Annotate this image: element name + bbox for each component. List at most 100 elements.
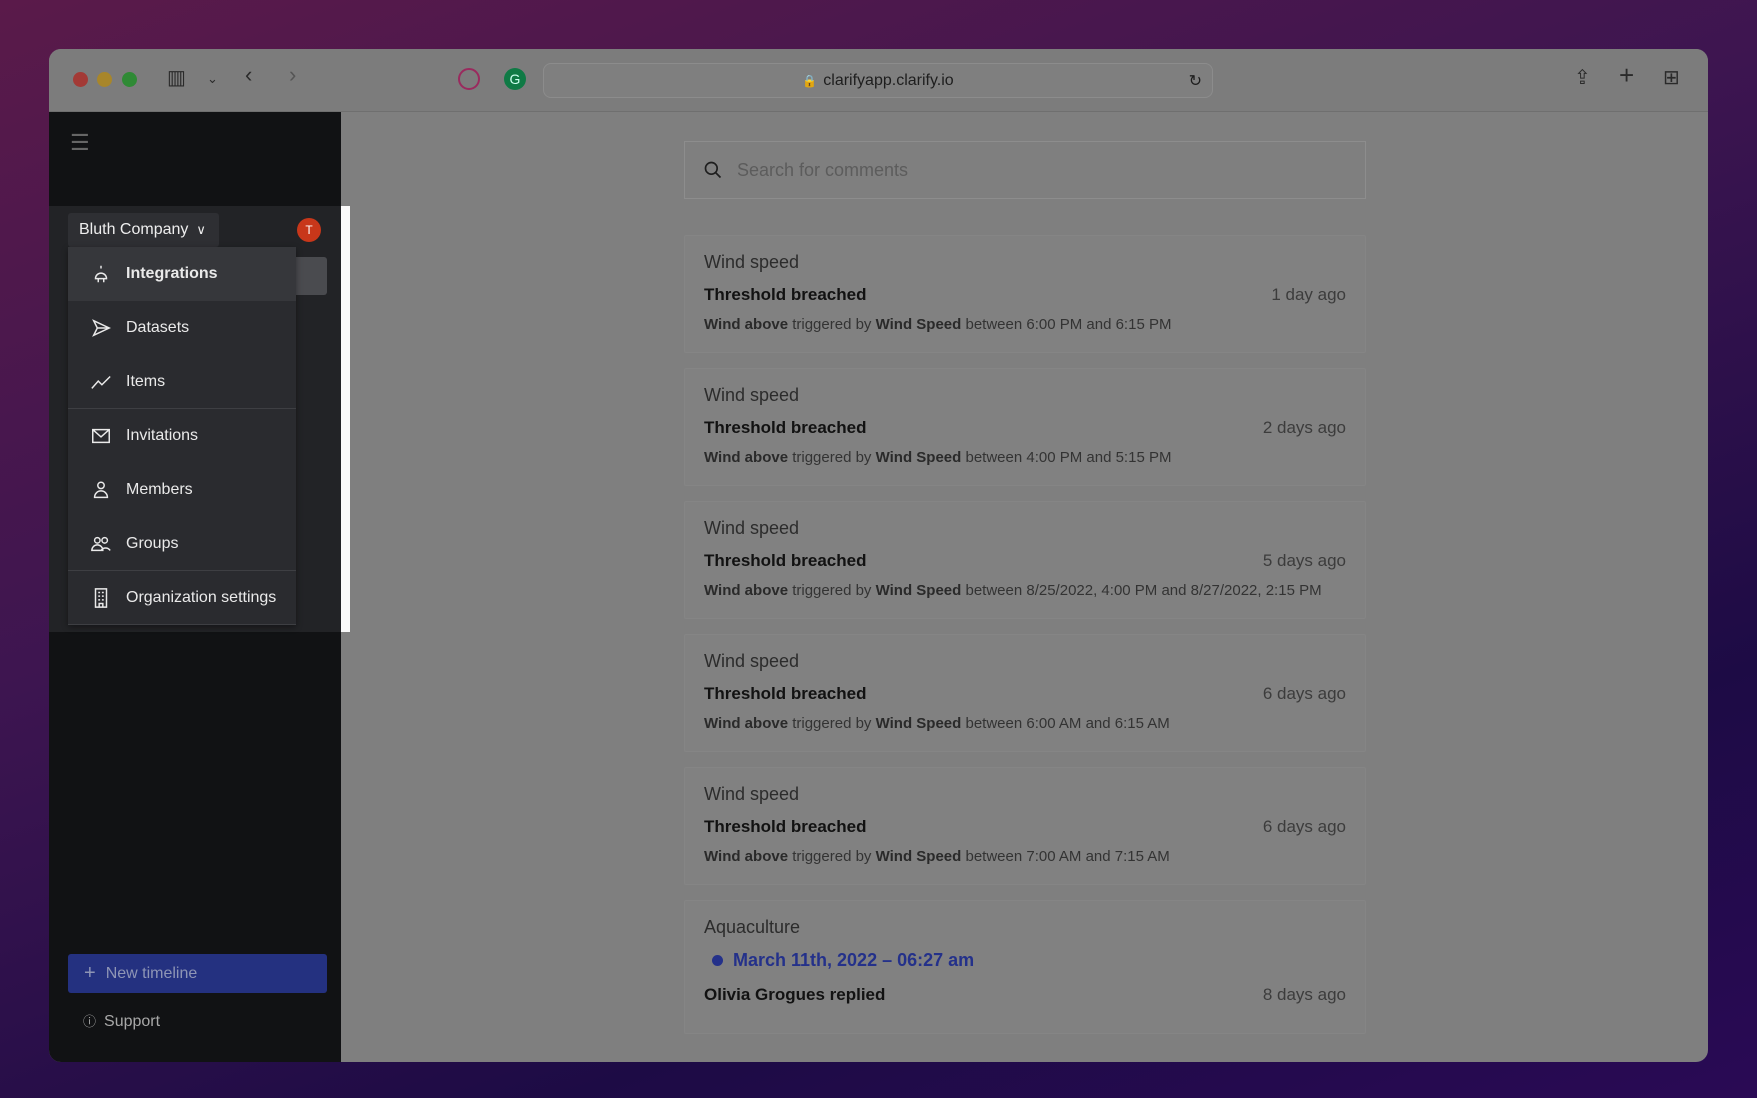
plug-icon bbox=[94, 265, 108, 283]
search-placeholder: Search for comments bbox=[737, 159, 909, 180]
back-icon[interactable]: ‹ bbox=[245, 62, 252, 88]
rule-name: Wind above bbox=[704, 848, 789, 865]
card-description: Wind above triggered by Wind Speed betwe… bbox=[704, 581, 1346, 600]
new-timeline-label: New timeline bbox=[105, 964, 198, 982]
menu-item-invitations[interactable]: Invitations bbox=[68, 409, 296, 463]
menu-item-label: Datasets bbox=[126, 319, 190, 336]
source-name: Wind Speed bbox=[875, 582, 962, 599]
chevron-down-icon: ∨ bbox=[196, 222, 206, 237]
card-heading: Threshold breached bbox=[704, 285, 867, 304]
reload-icon[interactable]: ↻ bbox=[1189, 71, 1202, 91]
menu-item-label: Organization settings bbox=[126, 588, 277, 606]
person-icon bbox=[93, 481, 109, 499]
menu-item-datasets[interactable]: Datasets bbox=[68, 301, 296, 355]
comment-list: Wind speed Threshold breached 1 day ago W… bbox=[684, 235, 1366, 1049]
trend-line-icon bbox=[91, 375, 111, 389]
main-content: Search for comments Wind speed Threshold… bbox=[341, 112, 1708, 1062]
send-icon bbox=[92, 319, 111, 337]
menu-item-label: Items bbox=[126, 372, 166, 390]
card-time: 2 days ago bbox=[1262, 418, 1346, 437]
desc-text: triggered by bbox=[792, 848, 872, 865]
info-icon: ⓘ bbox=[83, 1014, 97, 1029]
password-extension-icon[interactable] bbox=[458, 68, 480, 90]
building-icon bbox=[94, 587, 108, 608]
time-range: between 6:00 AM and 6:15 AM bbox=[965, 715, 1170, 732]
card-description: Wind above triggered by Wind Speed betwe… bbox=[704, 847, 1346, 866]
menu-item-label: Groups bbox=[126, 534, 179, 552]
card-heading: Threshold breached bbox=[704, 817, 867, 836]
card-title: Wind speed bbox=[704, 385, 800, 405]
share-icon[interactable]: ⇪ bbox=[1574, 65, 1591, 90]
card-title: Wind speed bbox=[704, 252, 800, 272]
card-title: Wind speed bbox=[704, 518, 800, 538]
card-title: Wind speed bbox=[704, 651, 800, 671]
rule-name: Wind above bbox=[704, 715, 789, 732]
tab-overview-icon[interactable]: ⊞ bbox=[1663, 65, 1680, 90]
menu-item-label: Invitations bbox=[126, 427, 199, 444]
time-range: between 4:00 PM and 5:15 PM bbox=[965, 449, 1172, 466]
date-text: March 11th, 2022 – 06:27 am bbox=[733, 950, 975, 970]
time-range: between 6:00 PM and 6:15 PM bbox=[965, 316, 1172, 333]
menu-item-integrations[interactable]: Integrations bbox=[68, 247, 296, 301]
comment-card[interactable]: Wind speed Threshold breached 6 days ago … bbox=[684, 767, 1366, 885]
new-timeline-button[interactable]: + New timeline bbox=[68, 954, 327, 993]
forward-icon[interactable]: › bbox=[289, 62, 296, 88]
source-name: Wind Speed bbox=[875, 715, 962, 732]
minimize-window-button[interactable] bbox=[97, 72, 112, 87]
source-name: Wind Speed bbox=[875, 449, 962, 466]
company-switcher[interactable]: Bluth Company ∨ bbox=[68, 213, 219, 247]
card-description: Wind above triggered by Wind Speed betwe… bbox=[704, 714, 1346, 733]
comment-card[interactable]: Wind speed Threshold breached 6 days ago … bbox=[684, 634, 1366, 752]
org-menu-spotlight: Bluth Company ∨ T Integrations Datasets … bbox=[49, 206, 350, 632]
support-label: Support bbox=[104, 1013, 161, 1030]
source-name: Wind Speed bbox=[875, 848, 962, 865]
comment-card[interactable]: Wind speed Threshold breached 5 days ago … bbox=[684, 501, 1366, 619]
menu-item-groups[interactable]: Groups bbox=[68, 517, 296, 571]
card-time: 6 days ago bbox=[1262, 817, 1346, 836]
card-time: 6 days ago bbox=[1262, 684, 1346, 703]
org-dropdown-menu: Integrations Datasets Items Invitations … bbox=[68, 247, 296, 625]
desc-text: triggered by bbox=[792, 582, 872, 599]
dot-icon bbox=[712, 955, 723, 966]
chevron-down-icon[interactable]: ⌄ bbox=[207, 71, 218, 87]
avatar[interactable]: T bbox=[297, 218, 321, 242]
comment-card[interactable]: Aquaculture March 11th, 2022 – 06:27 am … bbox=[684, 900, 1366, 1034]
menu-item-label: Integrations bbox=[126, 265, 218, 282]
envelope-icon bbox=[92, 428, 110, 444]
close-window-button[interactable] bbox=[73, 72, 88, 87]
card-heading: Threshold breached bbox=[704, 684, 867, 703]
comment-card[interactable]: Wind speed Threshold breached 1 day ago W… bbox=[684, 235, 1366, 353]
card-description: Wind above triggered by Wind Speed betwe… bbox=[704, 315, 1346, 334]
card-heading: Threshold breached bbox=[704, 418, 867, 437]
rule-name: Wind above bbox=[704, 316, 789, 333]
sidebar-toggle-icon[interactable]: ▥ bbox=[167, 65, 186, 90]
maximize-window-button[interactable] bbox=[122, 72, 137, 87]
browser-toolbar: ▥ ⌄ ‹ › G 🔒 clarifyapp.clarify.io ↻ ⇪ + … bbox=[49, 49, 1708, 112]
source-name: Wind Speed bbox=[875, 316, 962, 333]
sidebar-selected-item bbox=[296, 257, 327, 295]
search-input[interactable]: Search for comments bbox=[684, 141, 1366, 199]
hamburger-menu-icon[interactable]: ☰ bbox=[70, 130, 90, 156]
card-time: 1 day ago bbox=[1271, 285, 1346, 304]
url-text: clarifyapp.clarify.io bbox=[823, 71, 954, 89]
menu-item-items[interactable]: Items bbox=[68, 355, 296, 409]
lock-icon: 🔒 bbox=[802, 73, 818, 88]
rule-name: Wind above bbox=[704, 449, 789, 466]
grammarly-extension-icon[interactable]: G bbox=[504, 68, 526, 90]
card-title: Aquaculture bbox=[704, 917, 801, 937]
card-heading: Threshold breached bbox=[704, 551, 867, 570]
support-link[interactable]: ⓘ Support bbox=[83, 1012, 160, 1032]
menu-item-organization-settings[interactable]: Organization settings bbox=[68, 571, 296, 625]
desc-text: triggered by bbox=[792, 449, 872, 466]
menu-item-members[interactable]: Members bbox=[68, 463, 296, 517]
card-title: Wind speed bbox=[704, 784, 800, 804]
card-description: Wind above triggered by Wind Speed betwe… bbox=[704, 448, 1346, 467]
address-bar[interactable]: 🔒 clarifyapp.clarify.io ↻ bbox=[543, 63, 1213, 98]
browser-window: ▥ ⌄ ‹ › G 🔒 clarifyapp.clarify.io ↻ ⇪ + … bbox=[49, 49, 1708, 1062]
comment-card[interactable]: Wind speed Threshold breached 2 days ago … bbox=[684, 368, 1366, 486]
new-tab-icon[interactable]: + bbox=[1619, 60, 1634, 91]
avatar-initial: T bbox=[305, 223, 313, 237]
time-range: between 7:00 AM and 7:15 AM bbox=[965, 848, 1170, 865]
desc-text: triggered by bbox=[792, 715, 872, 732]
menu-item-label: Members bbox=[126, 481, 193, 498]
